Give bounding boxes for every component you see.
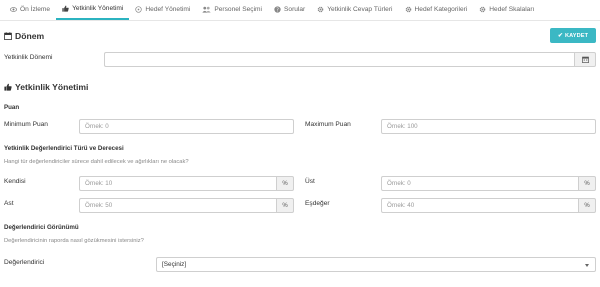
tab-personel-secimi[interactable]: Personel Seçimi — [196, 0, 268, 20]
degerlendirici-select[interactable]: [Seçiniz] — [156, 257, 596, 272]
percent-addon: % — [276, 176, 294, 191]
ast-label: Ast — [4, 200, 14, 207]
percent-addon: % — [578, 176, 596, 191]
ust-input[interactable]: Örnek: 0 — [381, 176, 578, 191]
tab-sorular[interactable]: ? Sorular — [268, 0, 311, 20]
tab-yetkinlik-yonetimi[interactable]: Yetkinlik Yönetimi — [56, 0, 130, 20]
calendar-picker-button[interactable] — [574, 52, 596, 67]
puan-heading: Puan — [4, 104, 20, 111]
calendar-icon — [4, 32, 12, 40]
tab-label: Sorular — [284, 6, 306, 13]
degerlendirici-gorunumu-hint: Değerlendiricinin raporda nasıl gözükmes… — [4, 238, 144, 244]
esdeger-input[interactable]: Örnek: 40 — [381, 198, 578, 213]
maximum-puan-input[interactable]: Örnek: 100 — [381, 119, 596, 134]
kendisi-input[interactable]: Örnek: 10 — [79, 176, 276, 191]
kendisi-field[interactable]: Örnek: 10 % — [79, 176, 294, 191]
gear-icon — [317, 6, 324, 13]
kendisi-label: Kendisi — [4, 178, 26, 185]
tab-label: Ön İzleme — [20, 6, 51, 13]
thumbs-up-icon — [4, 83, 12, 91]
donem-title: Dönem — [4, 31, 44, 41]
tab-hedef-yonetimi[interactable]: Hedef Yönetimi — [129, 0, 196, 20]
question-icon: ? — [274, 6, 281, 13]
gear-icon — [405, 6, 412, 13]
save-button[interactable]: ✔ KAYDET — [550, 28, 596, 43]
tab-preview[interactable]: Ön İzleme — [4, 0, 56, 20]
tab-hedef-kategorileri[interactable]: Hedef Kategorileri — [399, 0, 474, 20]
thumbs-up-icon — [62, 5, 69, 12]
minimum-puan-label: Minimum Puan — [4, 121, 48, 128]
degerlendirici-turu-heading: Yetkinlik Değerlendirici Türü ve Dereces… — [4, 145, 124, 152]
esdeger-label: Eşdeğer — [305, 200, 330, 207]
tab-label: Hedef Yönetimi — [145, 6, 191, 13]
users-icon — [202, 6, 212, 13]
degerlendirici-turu-hint: Hangi tür değerlendiriciler sürece dahil… — [4, 159, 189, 165]
minimum-puan-input[interactable]: Örnek: 0 — [79, 119, 294, 134]
ast-input[interactable]: Örnek: 50 — [79, 198, 276, 213]
yetkinlik-donemi-field[interactable] — [104, 52, 596, 67]
tab-label: Hedef Skalaları — [489, 6, 535, 13]
tab-label: Yetkinlik Yönetimi — [72, 5, 124, 12]
check-icon: ✔ — [557, 33, 564, 39]
tab-yetkinlik-cevap-turleri[interactable]: Yetkinlik Cevap Türleri — [311, 0, 398, 20]
maximum-puan-label: Maximum Puan — [305, 121, 351, 128]
svg-text:?: ? — [276, 7, 279, 13]
yetkinlik-donemi-input[interactable] — [104, 52, 574, 67]
chevron-down-icon — [585, 264, 589, 267]
calendar-icon — [581, 56, 589, 63]
eye-icon — [10, 6, 17, 13]
percent-addon: % — [578, 198, 596, 213]
yetkinlik-donemi-label: Yetkinlik Dönemi — [4, 54, 53, 61]
gear-icon — [479, 6, 486, 13]
degerlendirici-label: Değerlendirici — [4, 259, 45, 266]
esdeger-field[interactable]: Örnek: 40 % — [381, 198, 596, 213]
ast-field[interactable]: Örnek: 50 % — [79, 198, 294, 213]
tab-label: Personel Seçimi — [214, 6, 262, 13]
crosshair-icon — [135, 6, 143, 13]
ust-label: Üst — [305, 178, 315, 185]
tab-hedef-skalalari[interactable]: Hedef Skalaları — [473, 0, 540, 20]
degerlendirici-gorunumu-heading: Değerlendirici Görünümü — [4, 224, 79, 231]
yetkinlik-yonetimi-title: Yetkinlik Yönetimi — [4, 82, 88, 92]
tab-label: Yetkinlik Cevap Türleri — [327, 6, 393, 13]
tab-bar: Ön İzleme Yetkinlik Yönetimi Hedef Yönet… — [0, 0, 600, 21]
degerlendirici-selected-value: [Seçiniz] — [162, 261, 187, 268]
percent-addon: % — [276, 198, 294, 213]
tab-label: Hedef Kategorileri — [414, 6, 468, 13]
ust-field[interactable]: Örnek: 0 % — [381, 176, 596, 191]
